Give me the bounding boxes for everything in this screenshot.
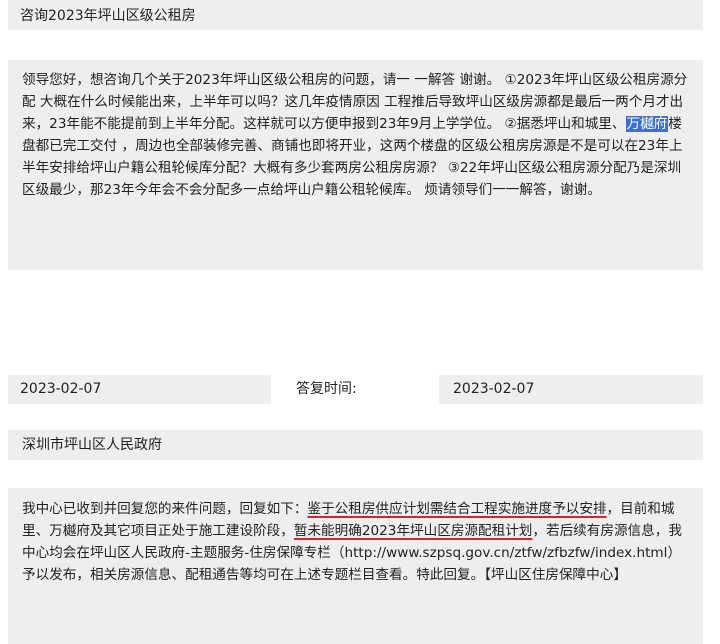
answer-underlined-text-2: 暂未能明确2023年坪山区房源配租计划 <box>293 523 533 539</box>
reply-date-field: 2023-02-07 <box>439 375 703 404</box>
question-text-part1: 领导您好，想咨询几个关于2023年坪山区级公租房的问题，请一 一解答 谢谢。 ①… <box>22 72 688 132</box>
answer-text-part1: 我中心已收到并回复您的来件问题，回复如下： <box>22 501 308 517</box>
reply-date-value: 2023-02-07 <box>453 381 535 397</box>
selected-text-highlight[interactable]: 万樾府 <box>625 116 669 132</box>
reply-time-label: 答复时间: <box>296 381 357 397</box>
responding-organization: 深圳市坪山区人民政府 <box>8 430 703 460</box>
question-title-text: 咨询2023年坪山区级公租房 <box>20 8 196 24</box>
submit-date-value: 2023-02-07 <box>20 381 102 397</box>
answer-content: 我中心已收到并回复您的来件问题，回复如下：鉴于公租房供应计划需结合工程实施进度予… <box>8 488 703 644</box>
answer-underlined-text-1: 鉴于公租房供应计划需结合工程实施进度予以安排 <box>307 501 607 517</box>
organization-name: 深圳市坪山区人民政府 <box>22 437 162 453</box>
question-content: 领导您好，想咨询几个关于2023年坪山区级公租房的问题，请一 一解答 谢谢。 ①… <box>8 60 703 270</box>
submit-date-field: 2023-02-07 <box>8 375 271 404</box>
question-title: 咨询2023年坪山区级公租房 <box>8 0 703 30</box>
